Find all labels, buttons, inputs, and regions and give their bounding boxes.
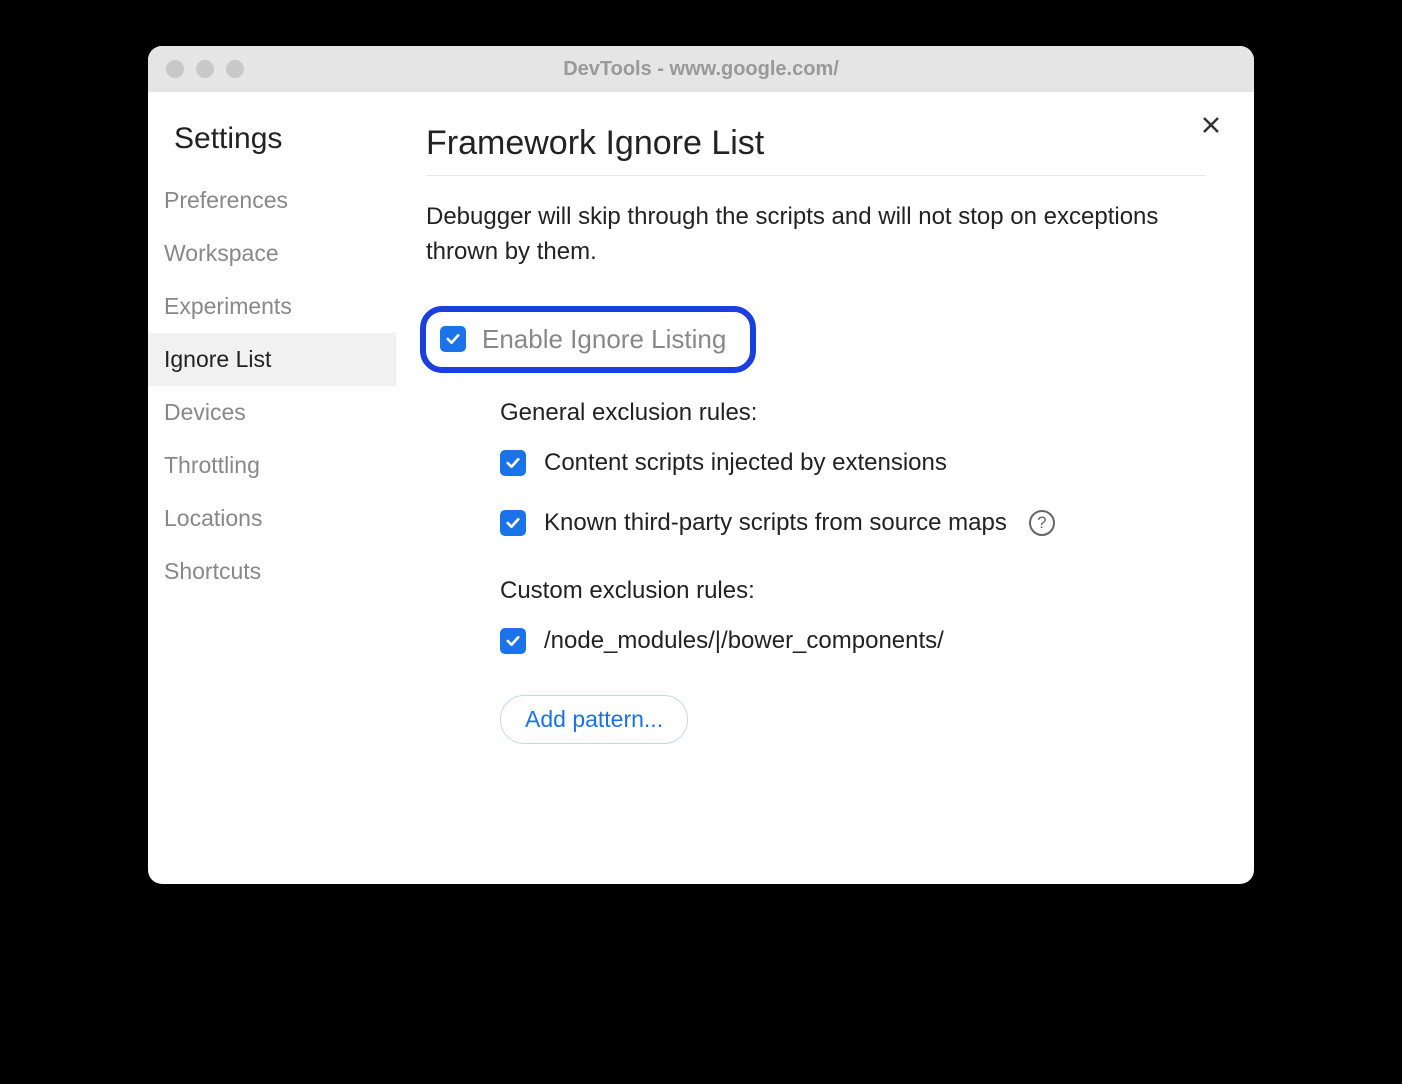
content-scripts-label: Content scripts injected by extensions: [544, 449, 947, 477]
settings-main-panel: Framework Ignore List Debugger will skip…: [396, 92, 1254, 884]
devtools-settings-window: DevTools - www.google.com/ Settings Pref…: [148, 46, 1254, 884]
settings-heading: Settings: [148, 122, 396, 174]
content-scripts-checkbox[interactable]: [500, 450, 526, 476]
add-pattern-button[interactable]: Add pattern...: [500, 695, 688, 744]
check-icon: [504, 514, 522, 532]
page-title: Framework Ignore List: [426, 124, 1206, 176]
third-party-scripts-label: Known third-party scripts from source ma…: [544, 509, 1007, 537]
enable-ignore-listing-label: Enable Ignore Listing: [482, 324, 726, 355]
enable-ignore-listing-highlight: Enable Ignore Listing: [420, 306, 756, 373]
sidebar-item-preferences[interactable]: Preferences: [148, 174, 396, 227]
sidebar-item-shortcuts[interactable]: Shortcuts: [148, 545, 396, 598]
general-exclusion-heading: General exclusion rules:: [500, 399, 1206, 427]
sidebar-item-devices[interactable]: Devices: [148, 386, 396, 439]
check-icon: [504, 632, 522, 650]
custom-rule-row: /node_modules/|/bower_components/: [500, 627, 1206, 655]
close-window-button[interactable]: [166, 60, 184, 78]
general-rule-row: Content scripts injected by extensions: [500, 449, 1206, 477]
traffic-lights: [166, 60, 244, 78]
custom-rule-checkbox[interactable]: [500, 628, 526, 654]
custom-exclusion-heading: Custom exclusion rules:: [500, 577, 1206, 605]
sidebar-item-workspace[interactable]: Workspace: [148, 227, 396, 280]
help-icon[interactable]: ?: [1029, 510, 1055, 536]
close-settings-button[interactable]: [1196, 110, 1226, 140]
settings-content: Settings Preferences Workspace Experimen…: [148, 92, 1254, 884]
sidebar-item-locations[interactable]: Locations: [148, 492, 396, 545]
sidebar-item-throttling[interactable]: Throttling: [148, 439, 396, 492]
window-titlebar: DevTools - www.google.com/: [148, 46, 1254, 92]
page-description: Debugger will skip through the scripts a…: [426, 200, 1206, 270]
third-party-scripts-checkbox[interactable]: [500, 510, 526, 536]
sidebar-item-experiments[interactable]: Experiments: [148, 280, 396, 333]
general-exclusion-section: General exclusion rules: Content scripts…: [426, 399, 1206, 537]
check-icon: [444, 330, 462, 348]
enable-ignore-listing-checkbox[interactable]: [440, 326, 466, 352]
custom-exclusion-section: Custom exclusion rules: /node_modules/|/…: [426, 577, 1206, 744]
close-icon: [1199, 113, 1223, 137]
maximize-window-button[interactable]: [226, 60, 244, 78]
general-rule-row: Known third-party scripts from source ma…: [500, 509, 1206, 537]
minimize-window-button[interactable]: [196, 60, 214, 78]
check-icon: [504, 454, 522, 472]
custom-rule-label: /node_modules/|/bower_components/: [544, 627, 944, 655]
settings-sidebar: Settings Preferences Workspace Experimen…: [148, 92, 396, 884]
window-title: DevTools - www.google.com/: [164, 58, 1238, 81]
sidebar-item-ignore-list[interactable]: Ignore List: [148, 333, 396, 386]
